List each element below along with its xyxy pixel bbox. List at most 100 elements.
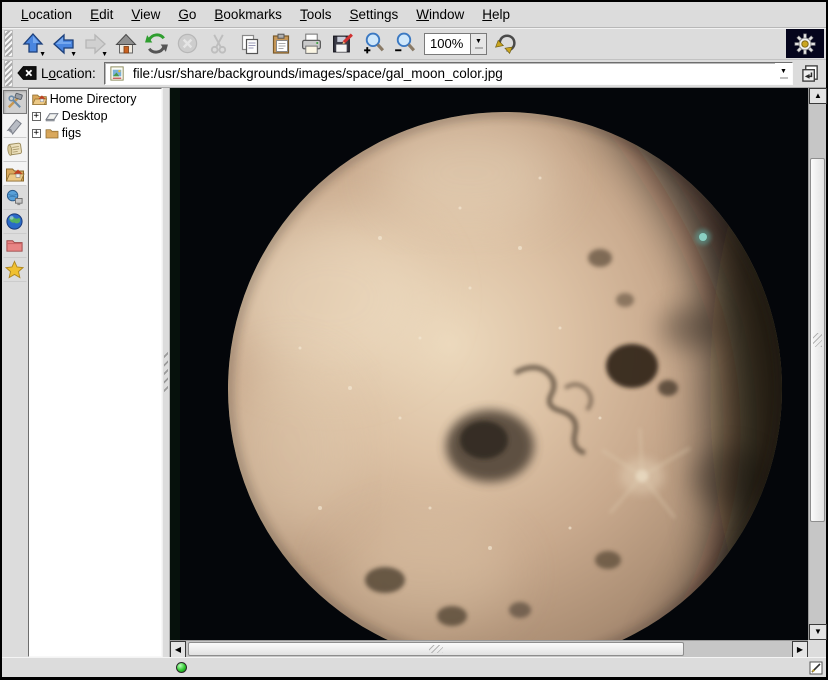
status-led-icon [176, 662, 187, 673]
folder-icon [44, 126, 60, 141]
tree-expander[interactable]: + [32, 129, 41, 138]
moon-photo [170, 88, 808, 640]
up-button[interactable]: ▼ [17, 29, 48, 59]
home-folder-icon [31, 91, 48, 107]
stop-icon [176, 32, 199, 55]
view-column: ▲ ▼ ◀ ▶ [170, 88, 826, 657]
clear-location-icon[interactable] [17, 64, 37, 82]
zoom-combo-arrow[interactable]: ▼ [470, 33, 487, 55]
scroll-icon [5, 140, 24, 159]
kde-gear-icon [794, 33, 816, 55]
home-button[interactable] [110, 29, 141, 59]
sidebar-configure-button[interactable] [3, 90, 27, 114]
splitter-grip [164, 350, 168, 394]
vertical-scroll-thumb[interactable] [810, 158, 825, 522]
menu-view[interactable]: View [122, 4, 169, 25]
go-button[interactable] [798, 61, 822, 85]
konqueror-window: Location Edit View Go Bookmarks Tools Se… [0, 0, 828, 680]
arrow-right-icon: ▶ [797, 645, 803, 654]
tree-item-label[interactable]: Home Directory [50, 92, 137, 106]
copy-button[interactable] [234, 29, 265, 59]
location-input[interactable]: file:/usr/share/backgrounds/images/space… [104, 62, 793, 85]
sidebar-bookmarks-button[interactable] [3, 114, 27, 138]
location-toolbar-drag-handle[interactable] [4, 60, 13, 87]
printer-icon [299, 31, 324, 56]
sidebar-services-button[interactable] [3, 258, 27, 282]
star-icon [5, 260, 24, 279]
rotate-button[interactable] [491, 29, 522, 59]
menu-help[interactable]: Help [473, 4, 519, 25]
scroll-down-button[interactable]: ▼ [809, 624, 827, 640]
home-folder-icon [5, 164, 25, 184]
tree-item-desktop[interactable]: + Desktop [31, 108, 161, 125]
horizontal-scrollbar[interactable]: ◀ ▶ [170, 640, 808, 657]
forward-button: ▼ [79, 29, 110, 59]
sidebar-web-button[interactable] [3, 210, 27, 234]
main-toolbar: ▼ ▼ ▼ [2, 28, 826, 60]
main-area: Home Directory + Desktop + figs [2, 88, 826, 657]
reload-button[interactable] [141, 29, 172, 59]
stop-button [172, 29, 203, 59]
floppy-pencil-icon [330, 31, 355, 56]
magnifier-plus-icon [361, 31, 386, 56]
chevron-down-icon: ▼ [475, 38, 482, 45]
tree-expander[interactable]: + [32, 112, 41, 121]
vertical-scrollbar[interactable]: ▲ ▼ [808, 88, 826, 640]
location-label: Location: [41, 66, 96, 81]
scroll-right-button[interactable]: ▶ [792, 641, 808, 658]
image-viewport[interactable] [170, 88, 808, 640]
save-as-button[interactable] [327, 29, 358, 59]
sidebar-network-button[interactable] [3, 186, 27, 210]
magnifier-minus-icon [392, 31, 417, 56]
vertical-scroll-track[interactable] [809, 104, 826, 624]
menu-go[interactable]: Go [169, 4, 205, 25]
view-indicator[interactable] [809, 661, 823, 680]
copy-icon [238, 32, 262, 56]
horizontal-scroll-thumb[interactable] [188, 642, 684, 656]
home-icon [114, 32, 138, 56]
menu-window[interactable]: Window [407, 4, 473, 25]
sidebar-history-button[interactable] [3, 138, 27, 162]
sidebar-button-strip [2, 88, 28, 657]
location-toolbar: Location: file:/usr/share/backgrounds/im… [2, 60, 826, 88]
back-button[interactable]: ▼ [48, 29, 79, 59]
folder-tree-panel: Home Directory + Desktop + figs [28, 88, 162, 657]
tree-item-label[interactable]: figs [62, 126, 81, 140]
menu-location[interactable]: Location [12, 4, 81, 25]
zoom-level-combo[interactable]: 100% ▼ [424, 33, 487, 55]
horizontal-scroll-track[interactable] [186, 641, 792, 657]
dropdown-caret: ▼ [70, 51, 77, 58]
toolbar-drag-handle[interactable] [4, 30, 13, 57]
menu-edit[interactable]: Edit [81, 4, 122, 25]
arrow-left-icon: ◀ [175, 645, 181, 654]
menu-tools[interactable]: Tools [291, 4, 341, 25]
rotate-icon [494, 31, 519, 56]
paste-button[interactable] [265, 29, 296, 59]
dropdown-caret: ▼ [39, 51, 46, 58]
menu-bookmarks[interactable]: Bookmarks [205, 4, 291, 25]
sidebar-home-directory-button[interactable] [3, 162, 27, 186]
desktop-icon [44, 109, 60, 124]
print-button[interactable] [296, 29, 327, 59]
tree-item-figs[interactable]: + figs [31, 125, 161, 142]
tree-item-label[interactable]: Desktop [62, 109, 108, 123]
zoom-in-button[interactable] [358, 29, 389, 59]
tree-item-home-directory[interactable]: Home Directory [31, 91, 161, 108]
kde-throbber[interactable] [786, 29, 824, 58]
zoom-level-value[interactable]: 100% [424, 33, 470, 55]
cut-button [203, 29, 234, 59]
sidebar-root-folder-button[interactable] [3, 234, 27, 258]
menubar: Location Edit View Go Bookmarks Tools Se… [2, 2, 826, 28]
dropdown-caret: ▼ [101, 51, 108, 58]
location-combo-arrow[interactable]: ▼ [775, 63, 792, 84]
panel-splitter[interactable] [162, 88, 170, 657]
arrow-down-icon: ▼ [814, 627, 822, 636]
statusbar [2, 657, 826, 677]
scroll-left-button[interactable]: ◀ [170, 641, 186, 658]
zoom-out-button[interactable] [389, 29, 420, 59]
arrow-up-icon: ▲ [814, 91, 822, 100]
menu-settings[interactable]: Settings [340, 4, 407, 25]
scroll-up-button[interactable]: ▲ [809, 88, 827, 104]
globe-icon [5, 212, 24, 231]
location-url[interactable]: file:/usr/share/backgrounds/images/space… [129, 66, 775, 81]
